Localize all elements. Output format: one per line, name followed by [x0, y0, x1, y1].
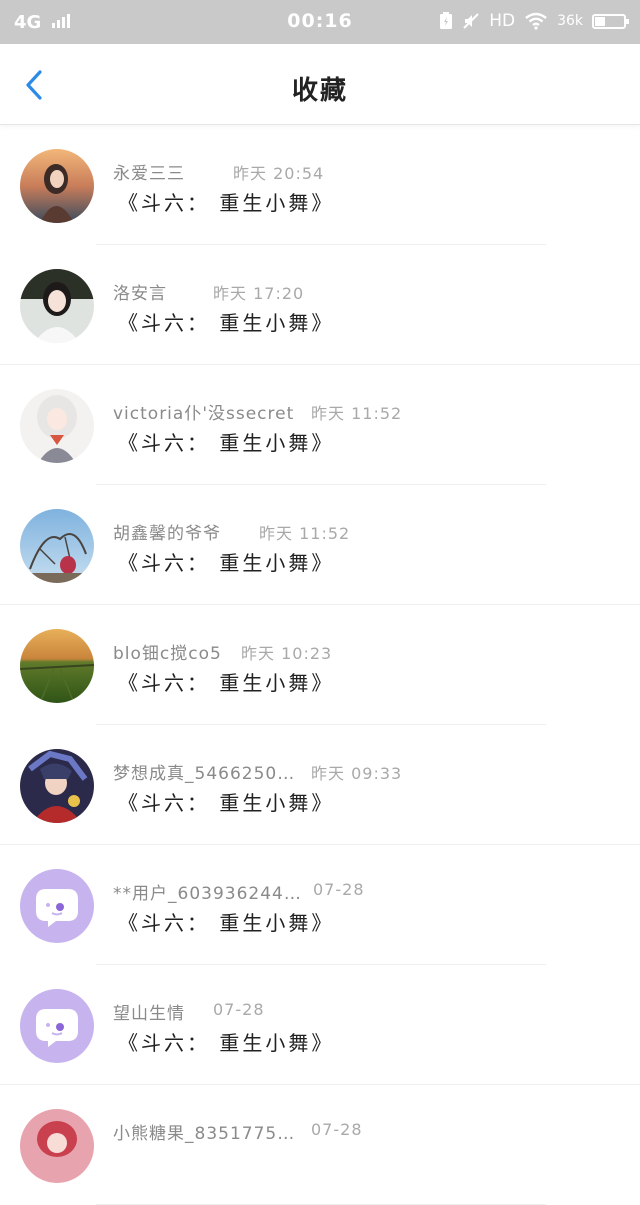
default-avatar-icon[interactable] — [20, 869, 94, 943]
user-name[interactable]: blo钿c搅co5 — [113, 639, 222, 664]
net-speed: 36k — [557, 13, 583, 29]
timestamp: 昨天 09:33 — [311, 764, 403, 783]
list-item[interactable]: 胡鑫馨的爷爷 昨天 11:52 《斗六： 重生小舞》 — [0, 485, 640, 605]
avatar[interactable] — [20, 1109, 94, 1183]
avatar[interactable] — [20, 149, 94, 223]
battery-icon — [592, 13, 629, 29]
book-title[interactable]: 《斗六： 重生小舞》 — [118, 907, 334, 936]
page-title: 收藏 — [291, 76, 348, 106]
timestamp: 昨天 10:23 — [241, 644, 333, 663]
list-item[interactable]: **用户_603936244… 07-28 《斗六： 重生小舞》 — [0, 845, 640, 965]
user-name[interactable]: 小熊糖果_8351775… — [113, 1119, 295, 1144]
timestamp: 昨天 11:52 — [311, 404, 403, 423]
timestamp: 昨天 11:52 — [259, 524, 351, 543]
app-header: 收藏 — [0, 44, 640, 125]
book-title[interactable]: 《斗六： 重生小舞》 — [118, 307, 334, 336]
list-item[interactable]: victoria仆'没ssecret 昨天 11:52 《斗六： 重生小舞》 — [0, 365, 640, 485]
user-name[interactable]: 梦想成真_5466250… — [113, 759, 295, 784]
timestamp: 昨天 20:54 — [233, 164, 325, 183]
avatar[interactable] — [20, 749, 94, 823]
book-title[interactable]: 《斗六： 重生小舞》 — [118, 667, 334, 696]
list-item[interactable]: 梦想成真_5466250… 昨天 09:33 《斗六： 重生小舞》 — [0, 725, 640, 845]
user-name[interactable]: 永爱三三 — [113, 159, 185, 184]
status-bar: 4G 00:16 HD 36k — [0, 0, 640, 44]
user-name[interactable]: **用户_603936244… — [113, 879, 302, 904]
list-item[interactable]: 洛安言 昨天 17:20 《斗六： 重生小舞》 — [0, 245, 640, 365]
user-name[interactable]: 望山生情 — [113, 999, 185, 1024]
favorites-list: 永爱三三 昨天 20:54 《斗六： 重生小舞》 洛安言 昨天 17:20 《斗六： 重生… — [0, 125, 640, 1205]
book-title[interactable]: 《斗六： 重生小舞》 — [118, 787, 334, 816]
avatar[interactable] — [20, 509, 94, 583]
user-name[interactable]: victoria仆'没ssecret — [113, 399, 294, 424]
list-item[interactable]: 小熊糖果_8351775… 07-28 — [0, 1085, 640, 1205]
wifi-icon — [525, 12, 547, 30]
book-title[interactable]: 《斗六： 重生小舞》 — [118, 547, 334, 576]
book-title[interactable]: 《斗六： 重生小舞》 — [118, 427, 334, 456]
book-title[interactable]: 《斗六： 重生小舞》 — [118, 187, 334, 216]
timestamp: 07-28 — [313, 880, 365, 899]
avatar[interactable] — [20, 629, 94, 703]
status-icons: HD 36k — [439, 11, 629, 31]
list-item[interactable]: 永爱三三 昨天 20:54 《斗六： 重生小舞》 — [0, 125, 640, 245]
mute-icon — [463, 13, 479, 29]
battery-saver-icon — [440, 12, 453, 29]
default-avatar-icon[interactable] — [20, 989, 94, 1063]
user-name[interactable]: 胡鑫馨的爷爷 — [113, 519, 221, 544]
avatar[interactable] — [20, 389, 94, 463]
timestamp: 07-28 — [213, 1000, 265, 1019]
avatar[interactable] — [20, 269, 94, 343]
user-name[interactable]: 洛安言 — [113, 279, 167, 304]
list-item[interactable]: 望山生情 07-28 《斗六： 重生小舞》 — [0, 965, 640, 1085]
hd-label: HD — [489, 11, 516, 31]
list-item[interactable]: blo钿c搅co5 昨天 10:23 《斗六： 重生小舞》 — [0, 605, 640, 725]
timestamp: 昨天 17:20 — [213, 284, 305, 303]
book-title[interactable]: 《斗六： 重生小舞》 — [118, 1027, 334, 1056]
timestamp: 07-28 — [311, 1120, 363, 1139]
